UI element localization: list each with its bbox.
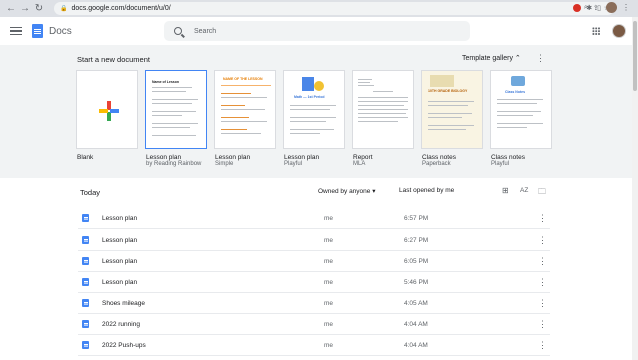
- reload-icon[interactable]: ↻: [32, 2, 46, 16]
- doc-file-icon: [82, 320, 89, 328]
- app-name[interactable]: Docs: [49, 26, 72, 37]
- thumb-title: 10TH GRADE BIOLOGY: [428, 89, 468, 93]
- docs-header: Docs Search: [0, 17, 632, 45]
- file-opened-time: 5:46 PM: [404, 278, 429, 286]
- doc-file-icon: [82, 214, 89, 222]
- section-heading-today: Today: [80, 188, 101, 197]
- thumb-title: Name of Lesson: [152, 80, 180, 84]
- template-blank[interactable]: [76, 70, 138, 149]
- thumb-title: Math — 1st Period: [294, 95, 325, 99]
- template-subtitle: Paperback: [422, 161, 451, 167]
- file-name: Lesson plan: [102, 257, 138, 265]
- file-opened-time: 6:57 PM: [404, 214, 429, 222]
- thumb-illustration: [511, 76, 525, 86]
- doc-file-icon: [82, 257, 89, 265]
- profile-avatar[interactable]: [606, 2, 617, 13]
- table-row[interactable]: 2022 Push-ups me 4:04 AM ⋮: [78, 335, 550, 356]
- template-lesson-plan-playful[interactable]: Math — 1st Period: [283, 70, 345, 149]
- table-row[interactable]: 2022 running me 4:04 AM ⋮: [78, 314, 550, 335]
- template-title: Blank: [77, 154, 94, 161]
- template-subtitle: by Reading Rainbow: [146, 161, 202, 167]
- extension-icon[interactable]: [573, 4, 582, 12]
- sort-az-icon[interactable]: AZ: [520, 187, 528, 194]
- page-scrollbar[interactable]: [632, 17, 638, 360]
- template-lesson-plan-reading-rainbow[interactable]: Name of Lesson: [145, 70, 207, 149]
- doc-file-icon: [82, 299, 89, 307]
- table-row[interactable]: Shoes mileage me 4:05 AM ⋮: [78, 293, 550, 314]
- folder-icon[interactable]: 🗀: [538, 186, 546, 200]
- template-subtitle: Playful: [284, 161, 303, 167]
- file-name: 2022 Push-ups: [102, 341, 146, 349]
- browser-toolbar: ← → ↻ 🔒 docs.google.com/document/u/0/ ⌕ …: [0, 0, 638, 17]
- file-owner: me: [324, 299, 334, 307]
- doc-file-icon: [82, 236, 89, 244]
- thumb-illustration: [302, 77, 314, 91]
- row-more-icon[interactable]: ⋮: [538, 298, 547, 309]
- url-text: docs.google.com/document/u/0/: [71, 5, 171, 12]
- file-owner: me: [324, 320, 334, 328]
- docs-logo-icon[interactable]: [32, 24, 43, 38]
- file-opened-time: 6:27 PM: [404, 236, 429, 244]
- table-row[interactable]: Lesson plan me 5:46 PM ⋮: [78, 272, 550, 293]
- template-section: Start a new document Template gallery ⌃ …: [0, 45, 632, 178]
- thumb-title: NAME OF THE LESSON: [223, 77, 263, 81]
- account-avatar[interactable]: [612, 24, 626, 38]
- template-report-mla[interactable]: [352, 70, 414, 149]
- search-input[interactable]: Search: [164, 21, 470, 41]
- forward-icon[interactable]: →: [18, 2, 32, 16]
- browser-menu-icon[interactable]: ⋮: [622, 3, 630, 12]
- lock-icon: 🔒: [60, 6, 68, 12]
- row-more-icon[interactable]: ⋮: [538, 319, 547, 330]
- template-class-notes-playful[interactable]: Class Notes: [490, 70, 552, 149]
- row-more-icon[interactable]: ⋮: [538, 277, 547, 288]
- row-more-icon[interactable]: ⋮: [538, 340, 547, 351]
- back-icon[interactable]: ←: [4, 2, 18, 16]
- template-subtitle: Simple: [215, 161, 234, 167]
- search-placeholder: Search: [194, 27, 217, 35]
- templates-more-icon[interactable]: ⋮: [536, 53, 545, 64]
- address-bar[interactable]: 🔒 docs.google.com/document/u/0/ ⌕ ⇪ ☆: [54, 2, 614, 15]
- file-owner: me: [324, 278, 334, 286]
- file-owner: me: [324, 341, 334, 349]
- search-icon[interactable]: [174, 27, 182, 35]
- template-subtitle: Playful: [491, 161, 510, 167]
- file-name: Lesson plan: [102, 214, 138, 222]
- template-subtitle: MLA: [353, 161, 366, 167]
- row-more-icon[interactable]: ⋮: [538, 256, 547, 267]
- thumb-title: Class Notes: [505, 90, 526, 94]
- google-apps-icon[interactable]: [592, 27, 600, 35]
- file-opened-time: 4:04 AM: [404, 320, 428, 328]
- sort-by-last-opened[interactable]: Last opened by me: [399, 187, 454, 194]
- sidepanel-icon[interactable]: ▯: [597, 4, 601, 12]
- file-owner: me: [324, 257, 334, 265]
- scrollbar-thumb[interactable]: [633, 21, 637, 91]
- templates-heading: Start a new document: [77, 55, 150, 64]
- extensions-puzzle-icon[interactable]: ✱: [586, 4, 592, 12]
- doc-file-icon: [82, 278, 89, 286]
- file-opened-time: 4:04 AM: [404, 341, 428, 349]
- owner-filter-dropdown[interactable]: Owned by anyone ▾: [318, 187, 375, 195]
- file-owner: me: [324, 236, 334, 244]
- file-name: Lesson plan: [102, 236, 138, 244]
- file-opened-time: 4:05 AM: [404, 299, 428, 307]
- file-name: Lesson plan: [102, 278, 138, 286]
- template-lesson-plan-simple[interactable]: NAME OF THE LESSON: [214, 70, 276, 149]
- table-row[interactable]: Lesson plan me 6:57 PM ⋮: [78, 208, 550, 229]
- row-more-icon[interactable]: ⋮: [538, 235, 547, 246]
- file-name: Shoes mileage: [102, 299, 145, 307]
- file-opened-time: 6:05 PM: [404, 257, 429, 265]
- table-row[interactable]: Lesson plan me 6:27 PM ⋮: [78, 230, 550, 251]
- template-gallery-button[interactable]: Template gallery ⌃: [462, 54, 521, 62]
- doc-file-icon: [82, 341, 89, 349]
- template-class-notes-paperback[interactable]: 10TH GRADE BIOLOGY: [421, 70, 483, 149]
- file-name: 2022 running: [102, 320, 140, 328]
- row-more-icon[interactable]: ⋮: [538, 213, 547, 224]
- main-menu-icon[interactable]: [10, 26, 22, 36]
- plus-icon: [99, 101, 119, 121]
- table-row[interactable]: Lesson plan me 6:05 PM ⋮: [78, 251, 550, 272]
- grid-view-icon[interactable]: ⊞: [502, 186, 509, 195]
- file-owner: me: [324, 214, 334, 222]
